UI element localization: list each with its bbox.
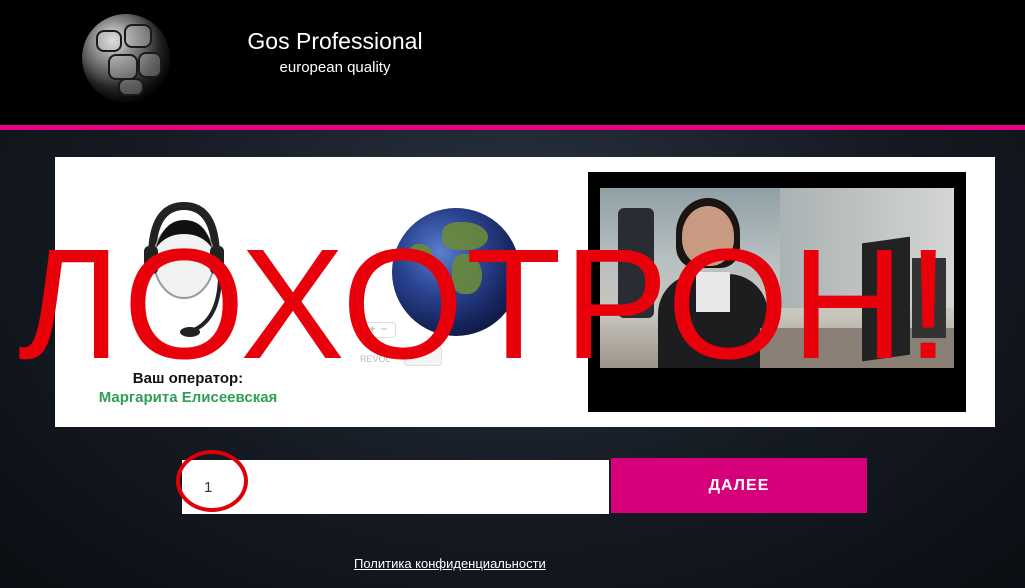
headset-operator-icon [144,201,224,337]
header-accent-line [0,125,1025,130]
video-frame[interactable] [600,188,954,368]
next-button[interactable]: ДАЛЕЕ [611,458,867,513]
operator-name: Маргарита Елисеевская [98,389,278,406]
code-input[interactable] [182,460,609,514]
brand-title: Gos Professional [247,28,423,54]
map-widget-label: REVOL [360,354,391,364]
map-zoom-control[interactable]: + − [360,322,396,338]
brand-subtitle: european quality [279,59,391,76]
operator-label: Ваш оператор: [132,370,244,387]
privacy-policy-link[interactable]: Политика конфиденциальности [354,556,546,571]
map-widget-bar[interactable] [404,346,442,366]
metal-ball-logo-icon[interactable] [82,14,170,102]
earth-globe-icon [392,208,520,336]
